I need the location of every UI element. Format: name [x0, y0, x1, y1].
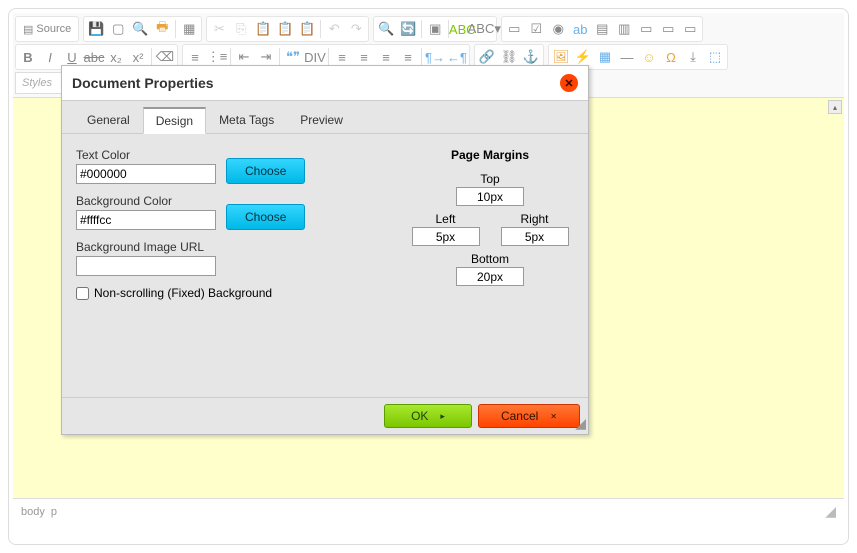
choose-text-color-button[interactable]: Choose [226, 158, 305, 184]
element-path[interactable]: bodyp [21, 506, 63, 518]
paste-text-icon[interactable]: 📋 [274, 18, 296, 40]
form-icon[interactable]: ▭ [503, 18, 525, 40]
page-margins-title: Page Margins [406, 148, 574, 162]
margin-bottom-label: Bottom [471, 252, 509, 266]
pagebreak-icon[interactable]: ⤓ [682, 46, 704, 68]
select-all-icon[interactable]: ▣ [424, 18, 446, 40]
italic-icon[interactable]: I [39, 46, 61, 68]
fixed-bg-label: Non-scrolling (Fixed) Background [94, 286, 272, 300]
bg-color-input[interactable] [76, 210, 216, 230]
choose-bg-color-button[interactable]: Choose [226, 204, 305, 230]
source-icon: ▤ [23, 23, 33, 36]
margin-right-label: Right [520, 212, 548, 226]
paste-icon[interactable]: 📋 [252, 18, 274, 40]
resize-grip-icon[interactable]: ◢ [825, 503, 836, 520]
undo-icon[interactable]: ↶ [323, 18, 345, 40]
fixed-bg-checkbox[interactable] [76, 287, 89, 300]
print-icon[interactable]: 🖶 [151, 18, 173, 40]
checkbox-icon[interactable]: ☑ [525, 18, 547, 40]
dialog-titlebar[interactable]: Document Properties ✕ [62, 66, 588, 101]
button-icon[interactable]: ▭ [635, 18, 657, 40]
radio-icon[interactable]: ◉ [547, 18, 569, 40]
bg-color-label: Background Color [76, 194, 216, 208]
source-button[interactable]: ▤Source [17, 18, 77, 40]
margin-bottom-input[interactable] [456, 267, 524, 286]
bg-image-label: Background Image URL [76, 240, 216, 254]
tab-meta-tags[interactable]: Meta Tags [206, 107, 287, 133]
dialog-footer: OK Cancel ◢ [62, 397, 588, 434]
new-page-icon[interactable]: ▢ [107, 18, 129, 40]
replace-icon[interactable]: 🔄 [397, 18, 419, 40]
hr-icon[interactable]: ― [616, 46, 638, 68]
copy-icon[interactable]: ⎘ [230, 18, 252, 40]
tab-preview[interactable]: Preview [287, 107, 356, 133]
dialog-title: Document Properties [72, 75, 214, 91]
hidden-icon[interactable]: ▭ [679, 18, 701, 40]
save-icon[interactable]: 💾 [85, 18, 107, 40]
templates-icon[interactable]: ▦ [178, 18, 200, 40]
document-properties-dialog: Document Properties ✕ General Design Met… [61, 65, 589, 435]
table-icon[interactable]: ▦ [594, 46, 616, 68]
redo-icon[interactable]: ↷ [345, 18, 367, 40]
text-color-input[interactable] [76, 164, 216, 184]
margin-top-input[interactable] [456, 187, 524, 206]
scroll-up-icon[interactable]: ▴ [828, 100, 842, 114]
preview-icon[interactable]: 🔍 [129, 18, 151, 40]
close-icon[interactable]: ✕ [560, 74, 578, 92]
dialog-body: Text Color Choose Background Color Choos… [62, 134, 588, 434]
iframe-icon[interactable]: ⬚ [704, 46, 726, 68]
dialog-resize-grip-icon[interactable]: ◢ [575, 415, 586, 432]
cut-icon[interactable]: ✂ [208, 18, 230, 40]
select-icon[interactable]: ▥ [613, 18, 635, 40]
textarea-icon[interactable]: ▤ [591, 18, 613, 40]
tab-general[interactable]: General [74, 107, 143, 133]
text-color-label: Text Color [76, 148, 216, 162]
smiley-icon[interactable]: ☺ [638, 46, 660, 68]
margin-left-input[interactable] [412, 227, 480, 246]
ok-button[interactable]: OK [384, 404, 472, 428]
textfield-icon[interactable]: ab [569, 18, 591, 40]
margin-right-input[interactable] [501, 227, 569, 246]
scayt-icon[interactable]: ABC▾ [473, 18, 495, 40]
status-bar: bodyp ◢ [13, 498, 844, 524]
bg-image-input[interactable] [76, 256, 216, 276]
imagebutton-icon[interactable]: ▭ [657, 18, 679, 40]
editor-container: ▤Source 💾 ▢ 🔍 🖶 ▦ ✂ ⎘ 📋 📋 📋 ↶ ↷ [8, 8, 849, 545]
specialchar-icon[interactable]: Ω [660, 46, 682, 68]
tab-design[interactable]: Design [143, 107, 206, 134]
find-icon[interactable]: 🔍 [375, 18, 397, 40]
margin-top-label: Top [480, 172, 499, 186]
paste-word-icon[interactable]: 📋 [296, 18, 318, 40]
cancel-button[interactable]: Cancel [478, 404, 580, 428]
margin-left-label: Left [435, 212, 455, 226]
dialog-tabs: General Design Meta Tags Preview [62, 101, 588, 134]
bold-icon[interactable]: B [17, 46, 39, 68]
